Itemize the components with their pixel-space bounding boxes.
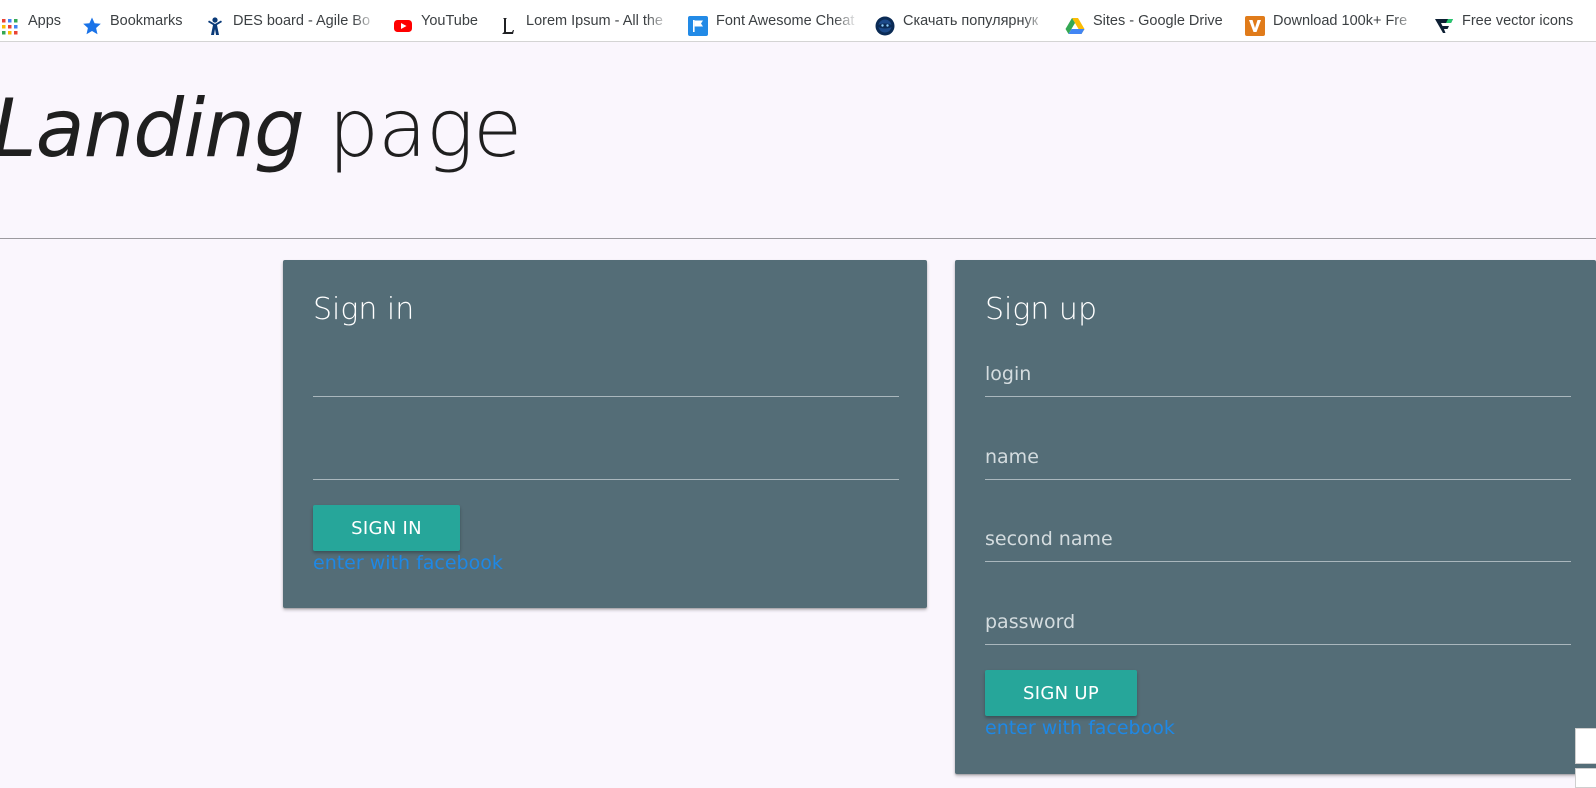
bookmark-lorem-ipsum[interactable]: Lorem Ipsum - All the (498, 0, 670, 41)
page-title: Landing page (0, 74, 522, 184)
vecteezy-icon (1245, 11, 1265, 36)
bookmarks-bar: Apps Bookmarks DES board - Agile Bo YouT… (0, 0, 1596, 42)
sign-up-login-field (985, 348, 1571, 397)
page-title-rest: page (303, 82, 522, 175)
bookmark-des-board[interactable]: DES board - Agile Bo (205, 0, 377, 41)
flaticon-icon (1434, 11, 1454, 33)
bookmark-label: Font Awesome Cheat (716, 13, 855, 29)
globe-icon (875, 11, 895, 36)
sign-up-card: Sign up SIGN UP enter with facebook (955, 260, 1596, 774)
bookmark-label: DES board - Agile Bo (233, 13, 371, 29)
lorem-ipsum-icon (498, 11, 518, 34)
sign-in-login-input[interactable] (313, 358, 899, 390)
star-icon (82, 11, 102, 35)
bookmark-label: Bookmarks (110, 13, 183, 29)
bookmark-label: Download 100k+ Fre (1273, 13, 1408, 29)
sign-in-button[interactable]: SIGN IN (313, 505, 460, 551)
jira-icon (205, 11, 225, 35)
sign-up-second-name-field (985, 513, 1571, 562)
sign-up-name-field (985, 431, 1571, 480)
scroll-corner-widget[interactable] (1575, 728, 1596, 764)
sign-up-button[interactable]: SIGN UP (985, 670, 1137, 716)
page-title-italic: Landing (0, 82, 305, 175)
bookmark-apps[interactable]: Apps (0, 0, 70, 41)
youtube-icon (393, 11, 413, 32)
sign-in-password-input[interactable] (313, 441, 899, 473)
sign-in-password-field (313, 431, 899, 480)
google-drive-icon (1065, 11, 1085, 34)
sign-in-title: Sign in (313, 292, 415, 327)
bookmark-label: YouTube (421, 13, 478, 29)
sign-in-login-field (313, 348, 899, 397)
sign-up-name-input[interactable] (985, 441, 1571, 473)
bookmark-label: Free vector icons (1462, 13, 1574, 29)
bookmark-label: Lorem Ipsum - All the (526, 13, 663, 29)
bookmark-label: Sites - Google Drive (1093, 13, 1223, 29)
bookmark-vecteezy[interactable]: Download 100k+ Fre (1245, 0, 1417, 41)
sign-up-title: Sign up (985, 292, 1097, 327)
bookmark-label: Apps (28, 13, 62, 29)
bookmark-download-popular[interactable]: Скачать популярнук (875, 0, 1047, 41)
sign-up-facebook-link[interactable]: enter with facebook (985, 717, 1175, 739)
bookmark-bookmarks[interactable]: Bookmarks (82, 0, 192, 41)
sign-up-login-input[interactable] (985, 358, 1571, 390)
bookmark-google-drive[interactable]: Sites - Google Drive (1065, 0, 1233, 41)
sign-up-second-name-input[interactable] (985, 523, 1571, 555)
divider (0, 238, 1596, 239)
bookmark-flaticon[interactable]: Free vector icons (1434, 0, 1596, 41)
sign-in-facebook-link[interactable]: enter with facebook (313, 552, 503, 574)
sign-up-password-input[interactable] (985, 606, 1571, 638)
sign-up-password-field (985, 596, 1571, 645)
bookmark-font-awesome[interactable]: Font Awesome Cheat (688, 0, 858, 41)
scroll-corner-widget-lower[interactable] (1575, 768, 1596, 788)
apps-grid-icon (0, 11, 20, 35)
bookmark-label: Скачать популярнук (903, 13, 1039, 29)
font-awesome-flag-icon (688, 11, 708, 36)
sign-in-card: Sign in SIGN IN enter with facebook (283, 260, 927, 608)
bookmark-youtube[interactable]: YouTube (393, 0, 485, 41)
